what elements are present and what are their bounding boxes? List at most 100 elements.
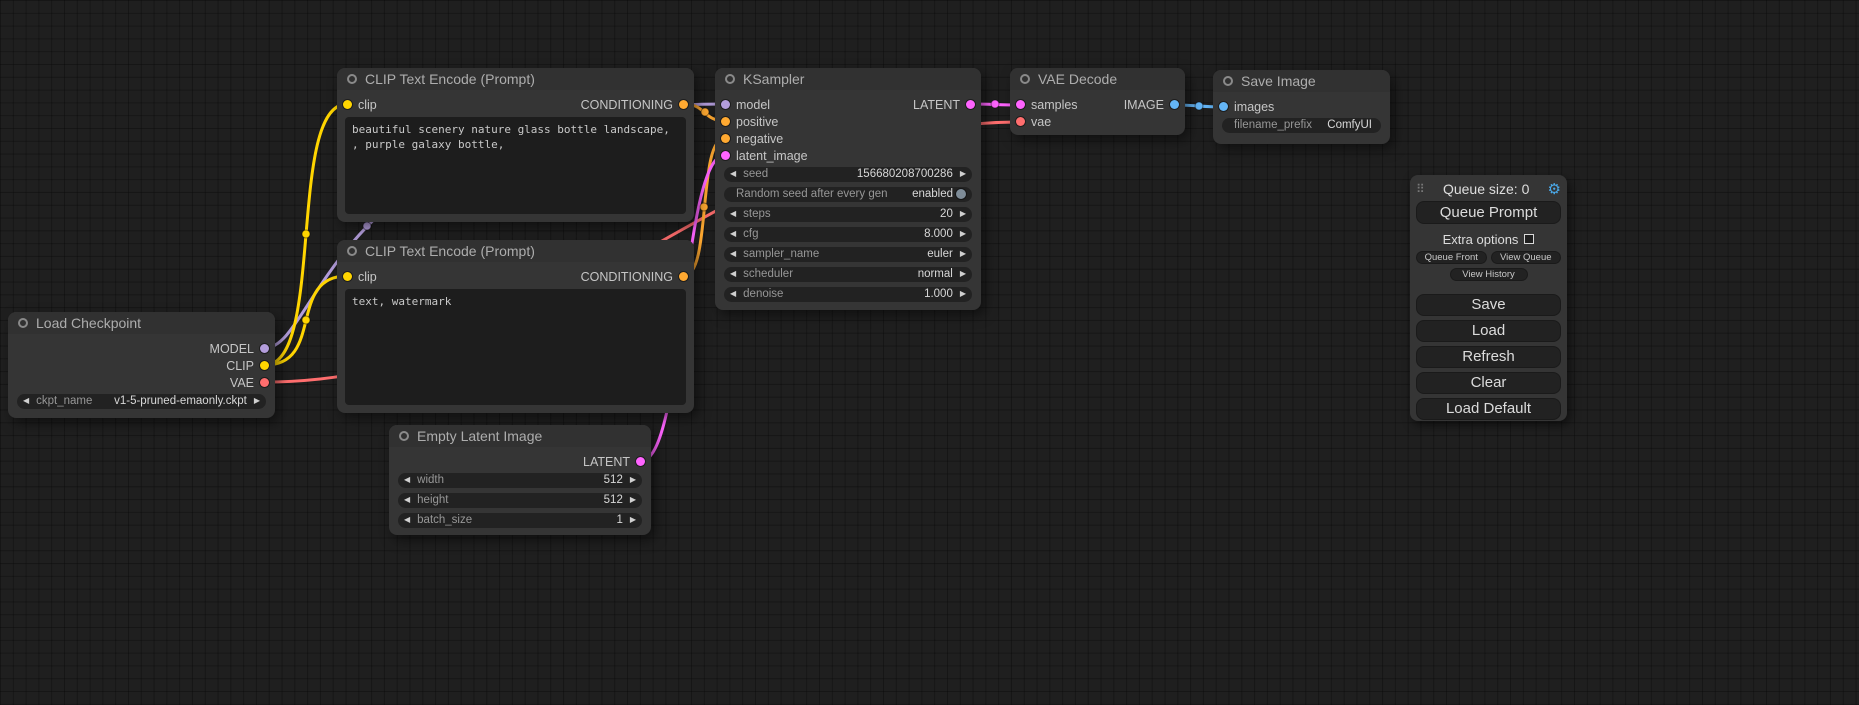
decrement-arrow-icon[interactable]: ◀ [404,496,410,504]
output-slot-latent[interactable]: LATENT [583,455,645,469]
toggle-knob[interactable] [956,189,966,199]
node-empty-latent-image[interactable]: Empty Latent Image LATENT ◀ width 512 ▶ … [389,425,651,535]
collapse-dot-icon[interactable] [1223,76,1233,86]
decrement-arrow-icon[interactable]: ◀ [730,170,736,178]
widget-denoise[interactable]: ◀ denoise 1.000 ▶ [724,287,972,302]
output-slot-conditioning[interactable]: CONDITIONING [581,270,688,284]
widget-height[interactable]: ◀ height 512 ▶ [398,493,642,508]
node-header[interactable]: CLIP Text Encode (Prompt) [337,240,694,262]
node-header[interactable]: Load Checkpoint [8,312,275,334]
widget-ckpt-name[interactable]: ◀ ckpt_name v1-5-pruned-emaonly.ckpt ▶ [17,394,266,409]
next-arrow-icon[interactable]: ▶ [960,270,966,278]
decrement-arrow-icon[interactable]: ◀ [730,230,736,238]
slot-dot-conditioning[interactable] [679,100,688,109]
slot-dot-latent[interactable] [966,100,975,109]
widget-filename-prefix[interactable]: filename_prefix ComfyUI [1222,118,1381,133]
decrement-arrow-icon[interactable]: ◀ [730,290,736,298]
widget-width[interactable]: ◀ width 512 ▶ [398,473,642,488]
slot-dot-model[interactable] [721,100,730,109]
widget-cfg[interactable]: ◀ cfg 8.000 ▶ [724,227,972,242]
input-slot-clip[interactable]: clip [343,270,377,284]
next-arrow-icon[interactable]: ▶ [254,397,260,405]
widget-random-seed-toggle[interactable]: Random seed after every gen enabled [724,187,972,202]
decrement-arrow-icon[interactable]: ◀ [730,210,736,218]
slot-dot-image[interactable] [1219,102,1228,111]
collapse-dot-icon[interactable] [18,318,28,328]
increment-arrow-icon[interactable]: ▶ [960,170,966,178]
settings-gear-icon[interactable]: ⚙ [1548,182,1561,197]
prev-arrow-icon[interactable]: ◀ [23,397,29,405]
collapse-dot-icon[interactable] [1020,74,1030,84]
load-default-button[interactable]: Load Default [1416,398,1561,420]
increment-arrow-icon[interactable]: ▶ [630,516,636,524]
node-clip-text-encode-negative[interactable]: CLIP Text Encode (Prompt) clip CONDITION… [337,240,694,413]
collapse-dot-icon[interactable] [347,246,357,256]
node-header[interactable]: VAE Decode [1010,68,1185,90]
node-header[interactable]: KSampler [715,68,981,90]
slot-dot-latent[interactable] [721,151,730,160]
save-button[interactable]: Save [1416,294,1561,316]
slot-dot-conditioning[interactable] [721,134,730,143]
node-vae-decode[interactable]: VAE Decode samples IMAGE vae [1010,68,1185,135]
output-slot-conditioning[interactable]: CONDITIONING [581,98,688,112]
slot-dot-model[interactable] [260,344,269,353]
view-queue-button[interactable]: View Queue [1491,251,1562,264]
positive-prompt-textarea[interactable]: beautiful scenery nature glass bottle la… [345,117,686,214]
refresh-button[interactable]: Refresh [1416,346,1561,368]
load-button[interactable]: Load [1416,320,1561,342]
collapse-dot-icon[interactable] [399,431,409,441]
output-slot-clip[interactable]: CLIP [226,359,269,373]
output-slot-image[interactable]: IMAGE [1124,98,1179,112]
slot-dot-conditioning[interactable] [721,117,730,126]
increment-arrow-icon[interactable]: ▶ [960,210,966,218]
output-slot-model[interactable]: MODEL [210,342,269,356]
slot-dot-conditioning[interactable] [679,272,688,281]
widget-seed[interactable]: ◀ seed 156680208700286 ▶ [724,167,972,182]
slot-dot-clip[interactable] [343,100,352,109]
decrement-arrow-icon[interactable]: ◀ [404,476,410,484]
decrement-arrow-icon[interactable]: ◀ [404,516,410,524]
node-ksampler[interactable]: KSampler model LATENT positive [715,68,981,310]
slot-dot-clip[interactable] [343,272,352,281]
prev-arrow-icon[interactable]: ◀ [730,270,736,278]
slot-dot-image[interactable] [1170,100,1179,109]
increment-arrow-icon[interactable]: ▶ [630,476,636,484]
input-slot-images[interactable]: images [1219,100,1274,114]
queue-front-button[interactable]: Queue Front [1416,251,1487,264]
negative-prompt-textarea[interactable]: text, watermark [345,289,686,405]
input-slot-negative[interactable]: negative [721,132,783,146]
collapse-dot-icon[interactable] [725,74,735,84]
slot-dot-latent[interactable] [636,457,645,466]
extra-options-checkbox[interactable] [1524,234,1534,244]
slot-dot-vae[interactable] [260,378,269,387]
input-slot-latent-image[interactable]: latent_image [721,149,808,163]
input-slot-samples[interactable]: samples [1016,98,1078,112]
increment-arrow-icon[interactable]: ▶ [630,496,636,504]
node-header[interactable]: Save Image [1213,70,1390,92]
slot-dot-clip[interactable] [260,361,269,370]
graph-canvas[interactable]: Load Checkpoint MODEL CLIP VAE [0,0,1859,705]
next-arrow-icon[interactable]: ▶ [960,250,966,258]
node-header[interactable]: Empty Latent Image [389,425,651,447]
clear-button[interactable]: Clear [1416,372,1561,394]
prev-arrow-icon[interactable]: ◀ [730,250,736,258]
slot-dot-latent[interactable] [1016,100,1025,109]
input-slot-positive[interactable]: positive [721,115,778,129]
node-header[interactable]: CLIP Text Encode (Prompt) [337,68,694,90]
input-slot-vae[interactable]: vae [1016,115,1051,129]
node-clip-text-encode-positive[interactable]: CLIP Text Encode (Prompt) clip CONDITION… [337,68,694,222]
widget-scheduler[interactable]: ◀ scheduler normal ▶ [724,267,972,282]
widget-steps[interactable]: ◀ steps 20 ▶ [724,207,972,222]
view-history-button[interactable]: View History [1450,268,1528,281]
drag-handle-icon[interactable]: ⠿ [1416,183,1425,195]
output-slot-latent[interactable]: LATENT [913,98,975,112]
node-save-image[interactable]: Save Image images filename_prefix ComfyU… [1213,70,1390,144]
slot-dot-vae[interactable] [1016,117,1025,126]
collapse-dot-icon[interactable] [347,74,357,84]
output-slot-vae[interactable]: VAE [230,376,269,390]
queue-prompt-button[interactable]: Queue Prompt [1416,201,1561,224]
increment-arrow-icon[interactable]: ▶ [960,290,966,298]
input-slot-model[interactable]: model [721,98,770,112]
widget-batch-size[interactable]: ◀ batch_size 1 ▶ [398,513,642,528]
increment-arrow-icon[interactable]: ▶ [960,230,966,238]
